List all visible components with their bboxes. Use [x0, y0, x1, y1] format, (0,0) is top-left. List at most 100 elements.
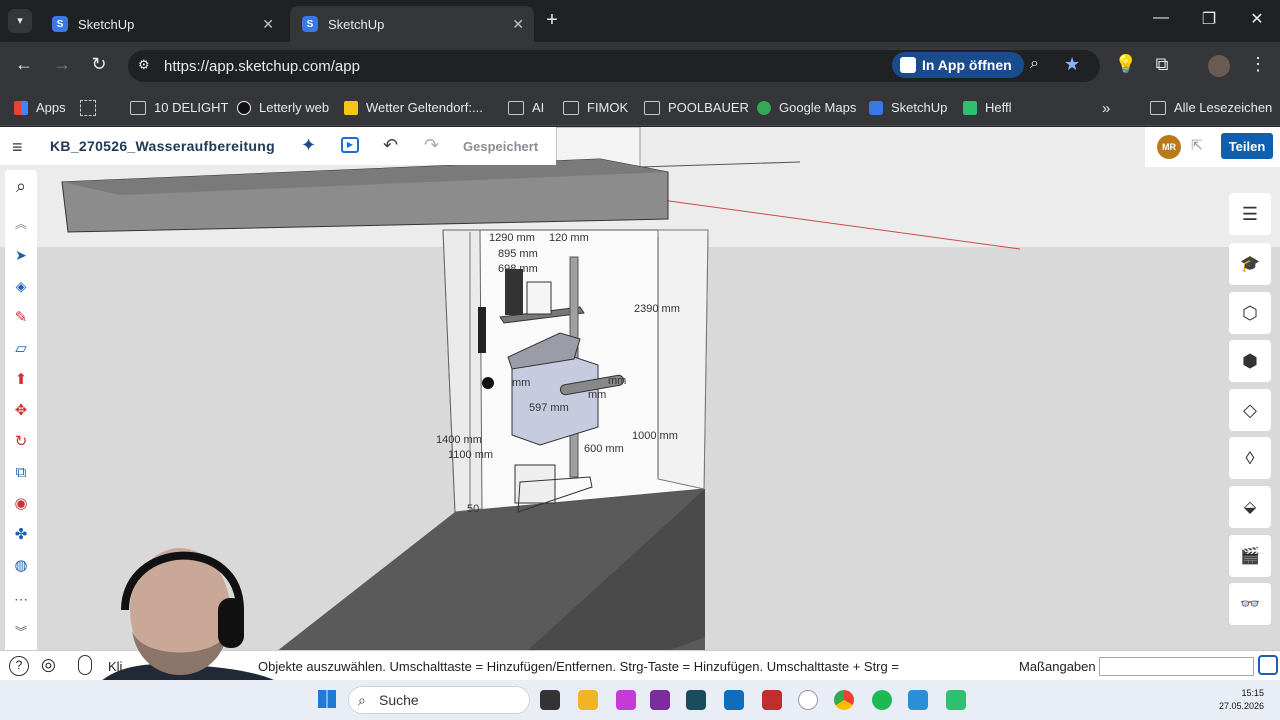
bookmark-folder[interactable]: AI — [508, 100, 544, 115]
pencil-icon[interactable]: ✎ — [10, 306, 32, 328]
bookmark-link[interactable]: Letterly web — [237, 100, 329, 115]
bookmark-grid[interactable] — [80, 100, 96, 116]
tape-measure-icon[interactable]: ◉ — [10, 492, 32, 514]
site-info-icon[interactable]: ⚙ — [138, 57, 150, 73]
browser-tab-active[interactable]: S SketchUp ✕ — [290, 6, 534, 42]
components-icon[interactable]: ⬢ — [1229, 340, 1271, 382]
ai-sparkle-icon[interactable]: ✦ — [301, 135, 316, 156]
forward-icon[interactable]: → — [50, 54, 74, 75]
right-wall — [657, 229, 709, 490]
paint-bucket-icon[interactable]: ◍ — [10, 554, 32, 576]
document-title[interactable]: KB_270526_Wasseraufbereitung — [50, 138, 275, 154]
rectangle-icon[interactable]: ▱ — [10, 337, 32, 359]
bookmark-link[interactable]: SketchUp — [869, 100, 947, 115]
task-view-icon[interactable] — [540, 690, 560, 710]
avatar[interactable]: MR — [1157, 135, 1181, 159]
reload-icon[interactable]: ↻ — [87, 54, 111, 75]
bookmark-apps[interactable]: Apps — [14, 100, 66, 115]
dimension-label: 600 mm — [584, 443, 624, 455]
entity-info-icon[interactable]: ◇ — [1229, 389, 1271, 431]
collapse-up-icon[interactable]: ︽ — [10, 212, 32, 234]
move-icon[interactable]: ✥ — [10, 399, 32, 421]
sketchup-logo-icon — [1258, 655, 1278, 675]
system-clock[interactable]: 15:15 27.05.2026 — [1214, 687, 1264, 713]
more-tools-icon[interactable]: ⋯ — [10, 588, 32, 610]
sketchup-taskbar-icon[interactable] — [798, 690, 818, 710]
spotify-icon[interactable] — [872, 690, 892, 710]
menu-dots-icon[interactable]: ⋮ — [1246, 54, 1270, 75]
bookmark-folder[interactable]: FIMOK — [563, 100, 628, 115]
styles-icon[interactable]: ◊ — [1229, 437, 1271, 479]
bookmark-star-icon[interactable]: ★ — [1064, 54, 1080, 75]
bookmark-folder[interactable]: 10 DELIGHT — [130, 100, 228, 115]
cursor-icon[interactable]: ⇱ — [1191, 137, 1203, 154]
close-icon[interactable]: ✕ — [262, 16, 274, 33]
outlook-icon[interactable] — [724, 690, 744, 710]
scale-icon[interactable]: ⧉ — [10, 461, 32, 483]
dimension-label: mm — [588, 389, 607, 401]
dimension-label: 597 mm — [529, 402, 569, 414]
help-icon[interactable]: ? — [9, 656, 29, 676]
hamburger-menu-icon[interactable]: ≡ — [12, 137, 23, 158]
restore-icon[interactable]: ❐ — [1186, 9, 1232, 29]
bookmark-link[interactable]: Google Maps — [757, 100, 856, 115]
display-glasses-icon[interactable]: 👓 — [1229, 583, 1271, 625]
dimension-label: mm — [608, 375, 627, 387]
puzzle-icon[interactable]: ⧉ — [1150, 54, 1174, 75]
expand-down-icon[interactable]: ︾ — [10, 620, 32, 642]
app-icon[interactable] — [946, 690, 966, 710]
snipping-tool-icon[interactable] — [616, 690, 636, 710]
search-icon[interactable]: ⌕ — [10, 175, 32, 197]
windows-start-icon[interactable] — [318, 690, 336, 708]
orbit-icon[interactable]: ✤ — [10, 523, 32, 545]
tags-icon[interactable]: ⬙ — [1229, 486, 1271, 528]
close-icon[interactable]: ✕ — [512, 16, 524, 33]
more-bookmarks-icon[interactable]: » — [1102, 100, 1110, 117]
profile-avatar[interactable] — [1208, 55, 1230, 77]
bookmark-link[interactable]: Wetter Geltendorf:... — [344, 100, 483, 115]
clock-date: 27.05.2026 — [1218, 701, 1264, 711]
measurements-input[interactable] — [1099, 657, 1254, 676]
extension-icon[interactable]: 💡 — [1114, 54, 1138, 75]
play-icon[interactable]: ▶ — [341, 137, 359, 153]
redo-icon[interactable]: ↷ — [424, 135, 439, 156]
zoom-icon[interactable]: ⌕ — [1030, 55, 1039, 73]
minimize-icon[interactable]: — — [1138, 9, 1184, 27]
file-explorer-icon[interactable] — [578, 690, 598, 710]
new-tab-button[interactable]: + — [540, 8, 564, 32]
select-tool-icon[interactable]: ➤ — [10, 244, 32, 266]
globe-icon[interactable]: ◎ — [41, 655, 56, 675]
browser-tab[interactable]: S SketchUp ✕ — [40, 6, 284, 42]
headphones-cup — [218, 598, 244, 648]
instructor-icon[interactable]: 🎓 — [1229, 243, 1271, 285]
eraser-icon[interactable]: ◈ — [10, 275, 32, 297]
rotate-icon[interactable]: ↻ — [10, 430, 32, 452]
onenote-icon[interactable] — [650, 690, 670, 710]
outliner-icon[interactable]: ☰ — [1229, 193, 1271, 235]
share-button[interactable]: Teilen — [1221, 133, 1273, 159]
clock-time: 15:15 — [1241, 688, 1264, 698]
app-icon[interactable] — [908, 690, 928, 710]
scenes-icon[interactable]: 🎬 — [1229, 535, 1271, 577]
taskbar-search[interactable]: ⌕ Suche — [348, 686, 530, 714]
bookmark-label: Google Maps — [779, 100, 857, 115]
chrome-icon[interactable] — [834, 690, 854, 710]
tab-title: SketchUp — [78, 16, 135, 32]
back-icon[interactable]: ← — [12, 54, 36, 75]
dimension-label: 120 mm — [549, 232, 589, 244]
browser-tab-strip: ▾ S SketchUp ✕ S SketchUp ✕ + — ❐ ✕ — [0, 0, 1280, 42]
tab-search-button[interactable]: ▾ — [8, 9, 32, 33]
bookmark-link[interactable]: Heffl — [963, 100, 1012, 115]
measurements-label: Maßangaben — [1019, 659, 1096, 674]
bookmark-label: FIMOK — [587, 100, 629, 115]
bookmark-all[interactable]: Alle Lesezeichen — [1150, 100, 1272, 115]
open-in-app-button[interactable]: In App öffnen — [892, 52, 1024, 78]
app-icon[interactable] — [686, 690, 706, 710]
undo-icon[interactable]: ↶ — [383, 135, 398, 156]
bookmark-folder[interactable]: POOLBAUER — [644, 100, 749, 115]
close-window-icon[interactable]: ✕ — [1234, 9, 1280, 29]
os-taskbar: ⌕ Suche 15:15 27.05.2026 — [0, 680, 1280, 720]
push-pull-icon[interactable]: ⬆ — [10, 368, 32, 390]
app-icon[interactable] — [762, 690, 782, 710]
materials-icon[interactable]: ⬡ — [1229, 292, 1271, 334]
